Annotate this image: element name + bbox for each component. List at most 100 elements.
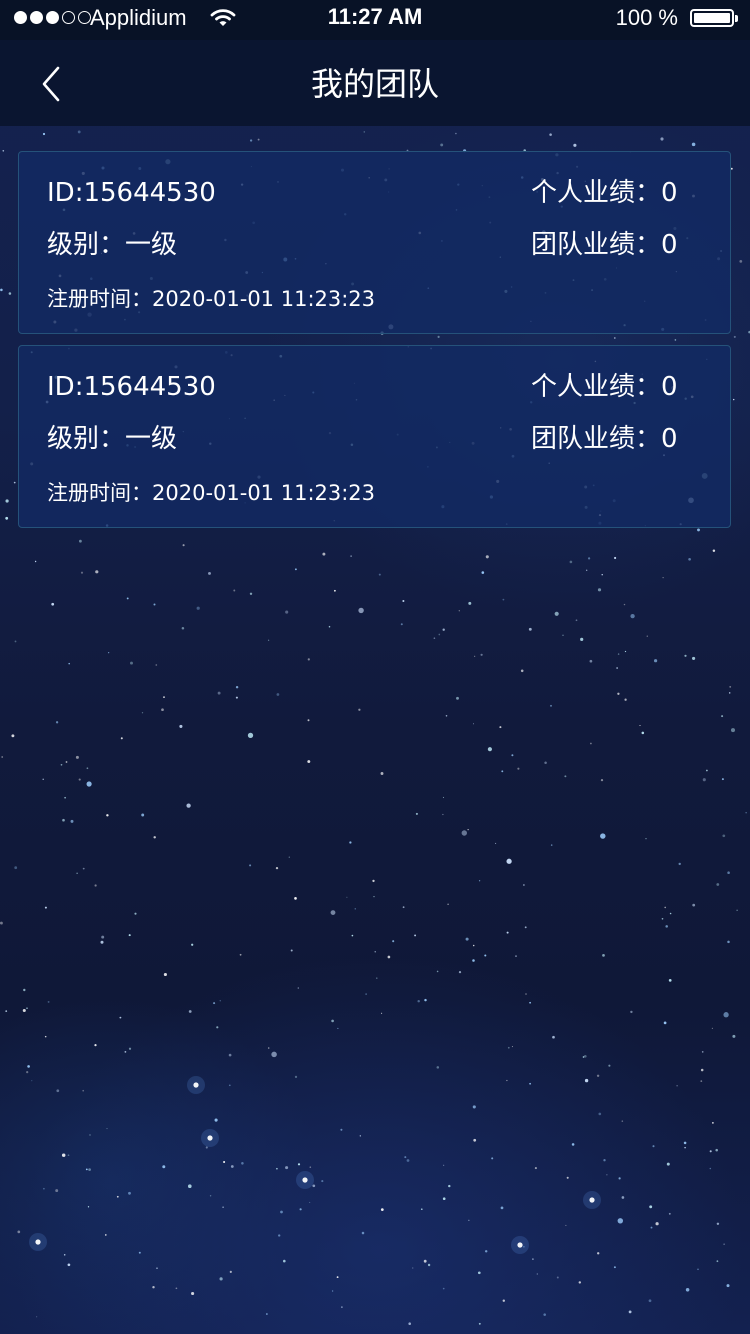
star — [307, 658, 310, 661]
star — [578, 1281, 582, 1284]
star — [617, 692, 620, 695]
star — [216, 1026, 219, 1029]
star — [685, 1288, 690, 1292]
star — [614, 556, 617, 560]
star — [616, 667, 618, 669]
star — [94, 1044, 97, 1047]
star — [573, 143, 577, 147]
star — [709, 1167, 712, 1170]
star — [257, 138, 260, 141]
star — [562, 634, 564, 636]
star — [328, 625, 331, 628]
star — [0, 921, 3, 925]
star — [478, 880, 481, 882]
star — [722, 834, 726, 838]
star — [141, 813, 145, 817]
star — [8, 292, 12, 295]
star — [106, 814, 109, 817]
star — [474, 655, 476, 657]
star — [31, 1080, 33, 1082]
star — [354, 908, 356, 910]
star — [175, 1287, 178, 1290]
team-member-card[interactable]: ID:15644530 级别：一级 注册时间：2020-01-01 11:23:… — [18, 151, 731, 334]
star — [468, 601, 472, 605]
star — [716, 883, 720, 886]
star — [229, 1270, 232, 1273]
star — [26, 1071, 29, 1074]
star — [228, 1084, 231, 1087]
star — [266, 1313, 268, 1315]
star — [736, 909, 738, 911]
star — [283, 1259, 286, 1263]
battery-icon — [690, 9, 738, 27]
star — [387, 955, 391, 959]
star — [726, 1284, 730, 1288]
team-member-card[interactable]: ID:15644530 级别：一级 注册时间：2020-01-01 11:23:… — [18, 345, 731, 528]
star — [241, 1162, 244, 1165]
star — [455, 132, 457, 135]
star — [691, 142, 696, 147]
star — [56, 1089, 60, 1093]
star — [684, 654, 687, 657]
star — [566, 1176, 569, 1179]
star — [163, 972, 167, 977]
star — [381, 1012, 383, 1014]
star — [501, 770, 504, 773]
personal-performance: 个人业绩：0 — [531, 372, 678, 402]
star — [404, 1156, 407, 1159]
star — [662, 577, 664, 579]
member-level: 级别：一级 — [47, 230, 178, 260]
star — [500, 1206, 504, 1210]
star — [5, 1010, 8, 1012]
star — [290, 949, 293, 952]
star — [529, 1001, 531, 1004]
star — [487, 747, 492, 752]
member-registration-time: 注册时间：2020-01-01 11:23:23 — [47, 287, 376, 311]
star — [473, 1138, 477, 1142]
star — [82, 867, 85, 870]
star — [331, 1019, 334, 1023]
star — [228, 1053, 232, 1057]
star — [465, 937, 469, 941]
star — [267, 639, 270, 641]
star — [571, 1143, 575, 1146]
star — [596, 1074, 600, 1078]
star — [14, 866, 18, 870]
star — [276, 693, 280, 696]
star — [64, 796, 66, 799]
battery-percentage: 100 % — [615, 5, 678, 30]
star — [134, 912, 137, 915]
star — [472, 723, 475, 725]
star — [124, 1050, 127, 1053]
star — [478, 1322, 481, 1325]
star — [468, 1219, 470, 1221]
star — [606, 1174, 608, 1176]
star — [196, 606, 200, 610]
star — [153, 603, 156, 606]
star — [506, 858, 512, 864]
star — [11, 734, 15, 738]
star — [543, 1313, 546, 1316]
star — [249, 139, 253, 142]
star — [181, 627, 185, 630]
star — [586, 569, 588, 571]
team-performance: 团队业绩：0 — [531, 230, 678, 260]
star — [235, 685, 239, 689]
star — [617, 1218, 624, 1224]
star — [63, 1254, 66, 1256]
star — [62, 818, 65, 822]
star — [467, 829, 469, 831]
star — [77, 130, 81, 134]
star — [334, 589, 336, 592]
page-title: 我的团队 — [310, 65, 439, 103]
star — [639, 725, 641, 726]
star — [661, 917, 664, 920]
star — [271, 1051, 277, 1058]
star — [75, 755, 79, 759]
star — [536, 1273, 538, 1275]
star — [649, 1205, 653, 1209]
star — [456, 696, 459, 700]
star — [380, 772, 384, 775]
star — [43, 1187, 45, 1190]
star — [233, 589, 236, 592]
